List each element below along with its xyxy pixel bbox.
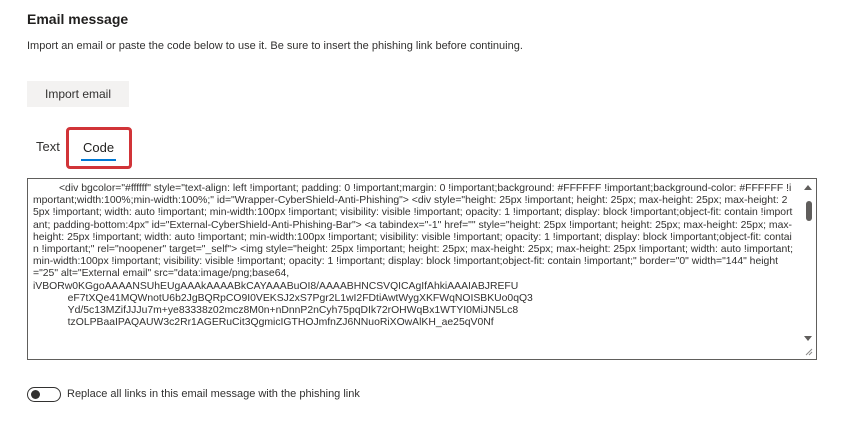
scroll-down-icon[interactable] — [804, 336, 812, 341]
code-editor[interactable]: <div bgcolor="#ffffff" style="text-align… — [27, 178, 817, 360]
replace-links-toggle-label: Replace all links in this email message … — [67, 388, 360, 400]
tab-code[interactable]: Code — [66, 127, 132, 169]
resize-grip-icon[interactable] — [803, 346, 813, 356]
code-editor-content[interactable]: <div bgcolor="#ffffff" style="text-align… — [33, 183, 793, 329]
scroll-thumb[interactable] — [806, 201, 812, 221]
replace-links-toggle[interactable] — [27, 387, 61, 402]
code-editor-scrollbar[interactable] — [802, 179, 816, 359]
tab-text[interactable]: Text — [36, 139, 60, 154]
tab-selected-indicator — [81, 159, 116, 161]
email-message-description: Import an email or paste the code below … — [27, 40, 523, 52]
tab-code-label: Code — [83, 140, 115, 155]
toggle-knob — [31, 390, 40, 399]
email-message-title: Email message — [27, 11, 129, 27]
scroll-up-icon[interactable] — [804, 185, 812, 190]
import-email-button[interactable]: Import email — [27, 81, 129, 107]
